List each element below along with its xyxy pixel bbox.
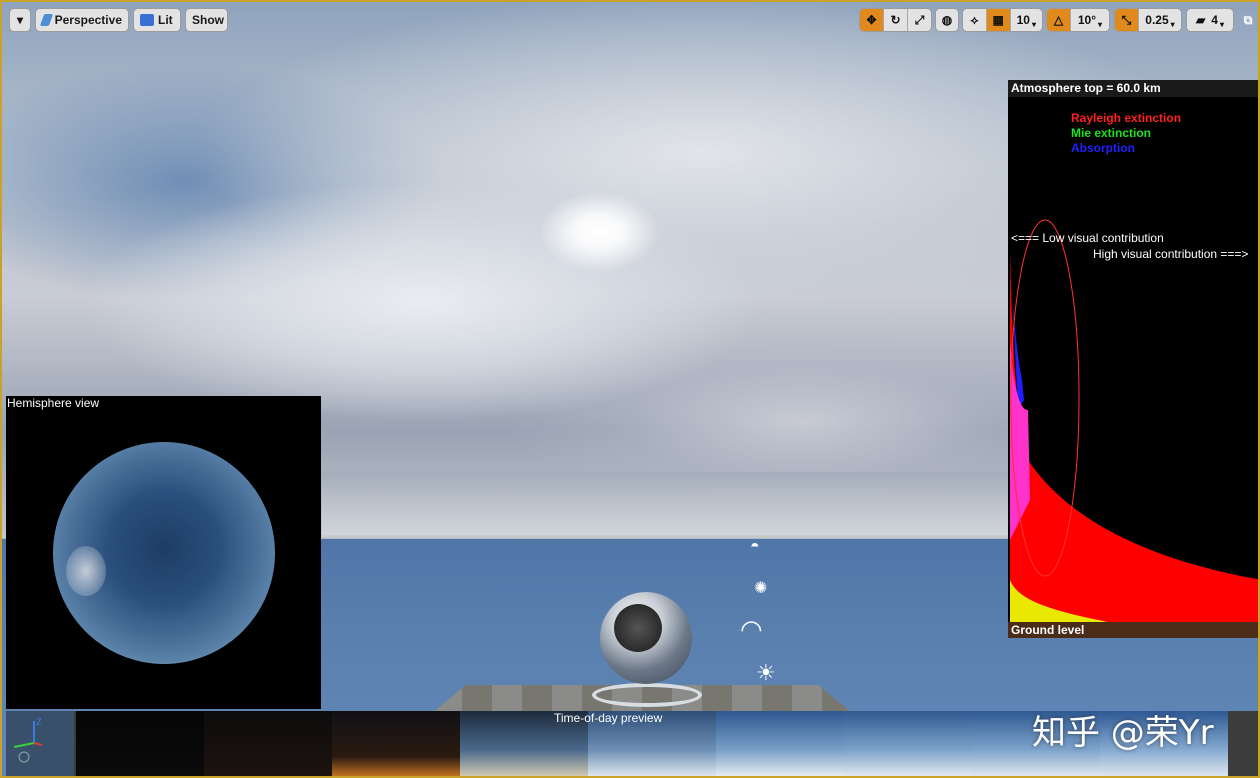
legend-absorption: Absorption xyxy=(1071,141,1135,155)
perspective-icon xyxy=(39,14,53,26)
grid-snap-value: 10 xyxy=(1016,13,1030,27)
rotate-tool-icon[interactable]: ↻ xyxy=(883,9,907,31)
lit-label: Lit xyxy=(158,13,173,27)
sphere-base-ring xyxy=(592,683,702,707)
grid-snap-group: ⟡ ▦ 10 ▾ xyxy=(962,8,1043,32)
atmosphere-top-label: Atmosphere top = 60.0 km xyxy=(1008,80,1258,97)
sphere-reflection xyxy=(614,604,662,652)
maximize-viewport-icon[interactable]: ⧉ xyxy=(1240,12,1256,28)
caret-down-icon: ▾ xyxy=(1031,19,1036,29)
transform-tools-group: ✥ ↻ ⤢ xyxy=(859,8,932,32)
level-viewport[interactable]: ◓ ✺ ◠ ☀ ▾ Perspective Lit Show ✥ ↻ ⤢ ◍ ⟡… xyxy=(0,0,1260,778)
tod-thumbnail-midday[interactable] xyxy=(716,711,844,776)
rotation-snap-group: △ 10° ▾ xyxy=(1046,8,1110,32)
scale-snap-value-dropdown[interactable]: 0.25 ▾ xyxy=(1137,9,1181,31)
grid-snap-icon[interactable]: ▦ xyxy=(985,9,1010,31)
axis-gizmo: Z xyxy=(6,711,74,776)
svg-text:Z: Z xyxy=(36,717,42,727)
scale-tool-icon[interactable]: ⤢ xyxy=(907,9,931,31)
camera-icon: ▰ xyxy=(1196,13,1206,27)
tod-thumbnail-afternoon[interactable] xyxy=(844,711,972,776)
atmosphere-top-text: Atmosphere top = 60.0 km xyxy=(1011,81,1161,95)
perspective-label: Perspective xyxy=(54,13,122,27)
translate-tool-icon[interactable]: ✥ xyxy=(860,9,883,31)
legend-rayleigh: Rayleigh extinction xyxy=(1071,111,1182,125)
high-contribution-note: High visual contribution ===> xyxy=(1093,247,1249,261)
lit-cube-icon xyxy=(140,14,154,26)
rotation-snap-value: 10° xyxy=(1077,13,1096,27)
caret-down-icon: ▾ xyxy=(1170,19,1175,29)
rayleigh-extinction-area xyxy=(1010,250,1258,622)
sun-light-icon[interactable]: ☀ xyxy=(756,660,776,686)
viewport-options-button[interactable]: ▾ xyxy=(9,8,31,32)
scale-snap-icon[interactable]: ⤡ xyxy=(1115,9,1138,31)
view-mode-button[interactable]: Lit xyxy=(133,8,181,32)
directional-light-icon[interactable]: ✺ xyxy=(754,578,767,598)
scale-snap-value: 0.25 xyxy=(1145,13,1169,27)
surface-snap-icon[interactable]: ⟡ xyxy=(963,9,986,31)
watermark-text: 知乎 @荣Yr xyxy=(1032,713,1214,753)
chevron-down-icon: ▾ xyxy=(16,13,24,27)
hemisphere-view-panel: Hemisphere view xyxy=(6,396,321,709)
xyz-axis-icon: Z xyxy=(13,717,43,763)
grid-snap-value-dropdown[interactable]: 10 ▾ xyxy=(1009,9,1042,31)
skylight-dome-icon[interactable]: ◠ xyxy=(740,614,763,645)
camera-speed-dropdown[interactable]: ▰ 4 ▾ xyxy=(1187,9,1233,31)
show-label: Show xyxy=(192,13,224,27)
tod-thumbnail-night[interactable] xyxy=(76,711,204,776)
cloud-band xyxy=(322,472,1022,536)
tod-thumbnail-dawn[interactable] xyxy=(332,711,460,776)
show-button[interactable]: Show xyxy=(185,8,228,32)
extinction-graph xyxy=(1010,219,1258,622)
tod-thumbnail-pre-dawn[interactable] xyxy=(204,711,332,776)
ground-level-label: Ground level xyxy=(1011,623,1085,637)
sky-atmosphere-icon[interactable]: ◓ xyxy=(750,538,760,556)
coordinate-system-group: ◍ xyxy=(935,8,959,32)
hemisphere-sun-glow xyxy=(66,546,106,596)
atmosphere-density-panel: Atmosphere top = 60.0 km Rayleigh extinc… xyxy=(1008,80,1258,638)
world-globe-icon[interactable]: ◍ xyxy=(936,9,958,31)
low-contribution-note: <=== Low visual contribution xyxy=(1011,231,1164,245)
rotation-snap-icon[interactable]: △ xyxy=(1047,9,1070,31)
rotation-snap-value-dropdown[interactable]: 10° ▾ xyxy=(1069,9,1109,31)
caret-down-icon: ▾ xyxy=(1098,19,1103,29)
time-of-day-label: Time-of-day preview xyxy=(554,711,663,725)
camera-speed-group: ▰ 4 ▾ xyxy=(1186,8,1234,32)
perspective-button[interactable]: Perspective xyxy=(35,8,129,32)
caret-down-icon: ▾ xyxy=(1219,19,1224,29)
ground-level-bar: Ground level xyxy=(1008,622,1258,638)
scale-snap-group: ⤡ 0.25 ▾ xyxy=(1114,8,1182,32)
camera-speed-value: 4 xyxy=(1211,13,1218,27)
hemisphere-view-title: Hemisphere view xyxy=(7,396,100,410)
legend-mie: Mie extinction xyxy=(1071,126,1152,140)
